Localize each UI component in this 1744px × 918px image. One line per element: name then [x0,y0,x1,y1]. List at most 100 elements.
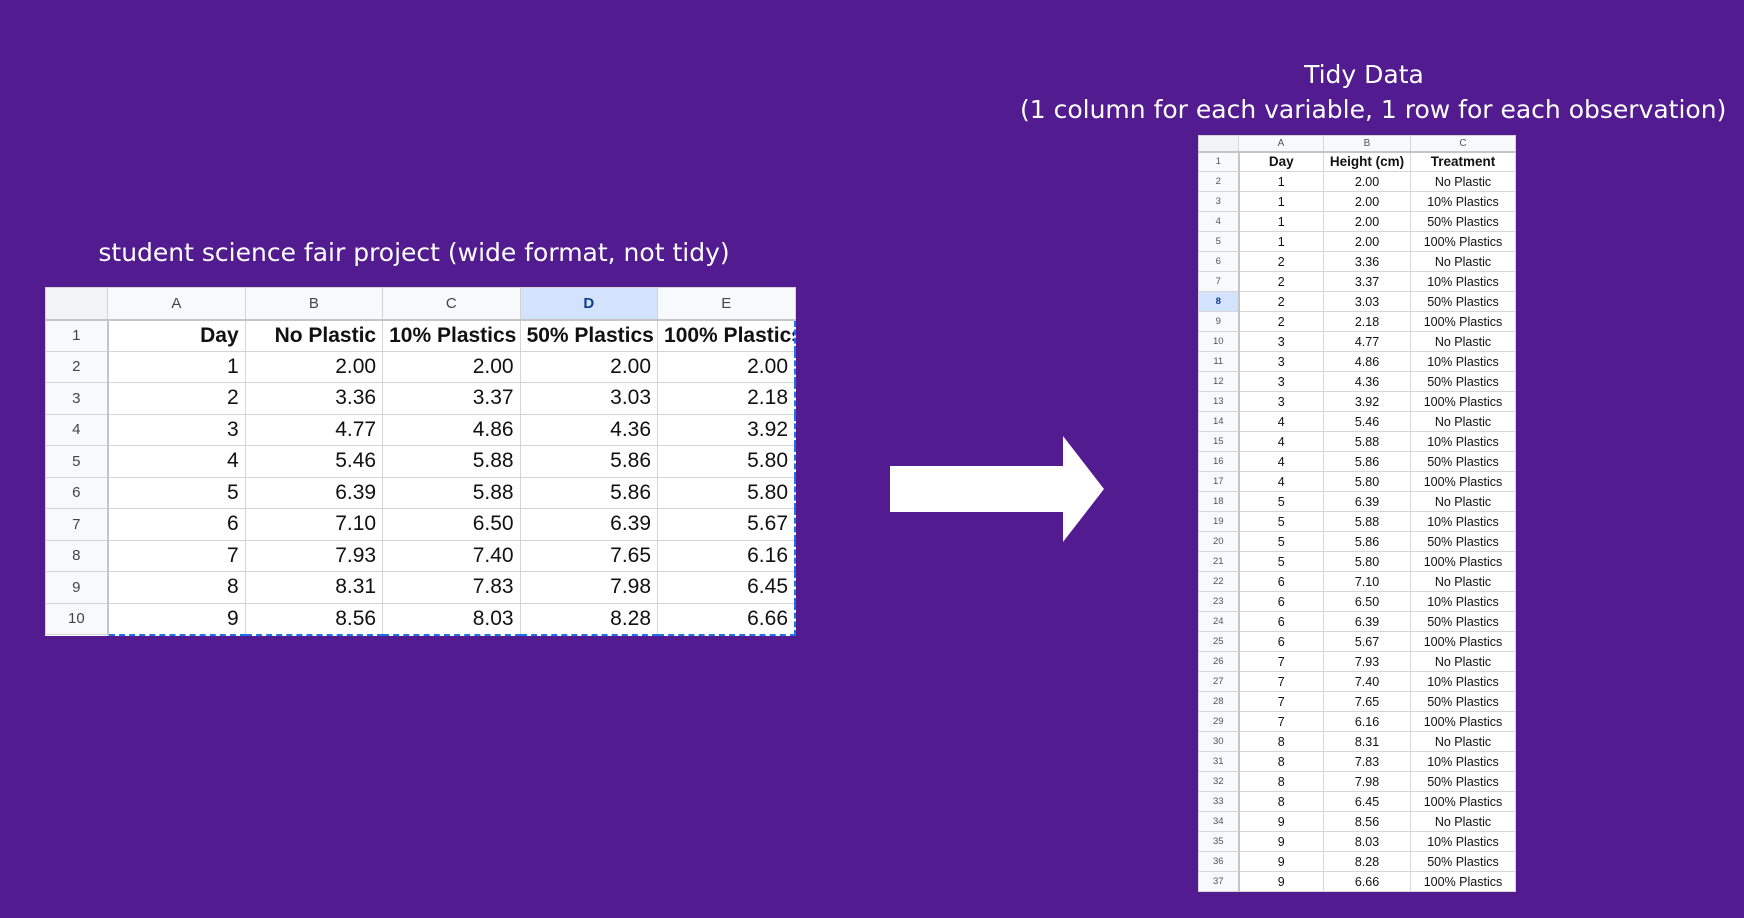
data-cell[interactable]: 9 [1238,871,1324,892]
row-number[interactable]: 7 [1198,271,1240,292]
data-cell[interactable]: 5.67 [1323,631,1411,652]
data-cell[interactable]: 6.39 [1323,611,1411,632]
data-cell[interactable]: 7.10 [1323,571,1411,592]
data-cell[interactable]: 100% Plastics [1410,791,1516,812]
data-cell[interactable]: 8.56 [1323,811,1411,832]
row-number[interactable]: 14 [1198,411,1240,432]
data-cell[interactable]: 8.31 [244,571,384,604]
data-cell[interactable]: 6 [1238,631,1324,652]
data-cell[interactable]: 5.86 [519,476,659,509]
row-number[interactable]: 31 [1198,751,1240,772]
row-number[interactable]: 5 [1198,231,1240,252]
data-cell[interactable]: 8 [1238,771,1324,792]
data-cell[interactable]: 6.66 [1323,871,1411,892]
data-cell[interactable]: 8 [1238,751,1324,772]
data-cell[interactable]: 7.10 [244,508,384,541]
row-number[interactable]: 32 [1198,771,1240,792]
row-number[interactable]: 4 [44,413,109,446]
data-cell[interactable]: 4.36 [519,413,659,446]
data-cell[interactable]: 7.98 [1323,771,1411,792]
data-cell[interactable]: 4 [1238,471,1324,492]
data-cell[interactable]: 100% Plastics [1410,311,1516,332]
data-cell[interactable]: 10% Plastics [1410,751,1516,772]
data-cell[interactable]: 2.00 [382,350,521,383]
data-cell[interactable]: 5.88 [1323,431,1411,452]
data-cell[interactable]: 7.40 [382,539,521,572]
row-number[interactable]: 3 [44,382,109,415]
row-number[interactable]: 22 [1198,571,1240,592]
row-number[interactable]: 2 [1198,171,1240,192]
data-cell[interactable]: 50% Plastics [1410,771,1516,792]
data-cell[interactable]: 5.86 [1323,531,1411,552]
data-cell[interactable]: 3.92 [1323,391,1411,412]
data-cell[interactable]: 5 [1238,551,1324,572]
header-cell[interactable]: Treatment [1410,151,1516,172]
row-number[interactable]: 6 [44,476,109,509]
data-cell[interactable]: 5.88 [382,476,521,509]
row-number[interactable]: 19 [1198,511,1240,532]
data-cell[interactable]: 8 [1238,731,1324,752]
data-cell[interactable]: 50% Plastics [1410,211,1516,232]
data-cell[interactable]: 2.18 [1323,311,1411,332]
data-cell[interactable]: 5.88 [382,445,521,478]
data-cell[interactable]: 7.65 [519,539,659,572]
data-cell[interactable]: 10% Plastics [1410,351,1516,372]
data-cell[interactable]: 5.80 [657,476,797,509]
column-header-a[interactable]: A [1238,135,1324,153]
data-cell[interactable]: 10% Plastics [1410,671,1516,692]
data-cell[interactable]: 2 [1238,311,1324,332]
row-number[interactable]: 18 [1198,491,1240,512]
data-cell[interactable]: 3.92 [657,413,797,446]
data-cell[interactable]: 3 [1238,391,1324,412]
row-number[interactable]: 25 [1198,631,1240,652]
row-number[interactable]: 1 [44,319,109,352]
data-cell[interactable]: 4.86 [382,413,521,446]
data-cell[interactable]: 2.00 [519,350,659,383]
data-cell[interactable]: 4.36 [1323,371,1411,392]
data-cell[interactable]: 3 [1238,371,1324,392]
data-cell[interactable]: 6.50 [1323,591,1411,612]
data-cell[interactable]: 10% Plastics [1410,511,1516,532]
data-cell[interactable]: 7 [107,539,246,572]
data-cell[interactable]: 7.83 [1323,751,1411,772]
data-cell[interactable]: 2.00 [1323,171,1411,192]
data-cell[interactable]: 5.80 [657,445,797,478]
header-cell[interactable]: Height (cm) [1323,151,1411,172]
row-number[interactable]: 26 [1198,651,1240,672]
data-cell[interactable]: 50% Plastics [1410,371,1516,392]
column-header-c[interactable]: C [1410,135,1516,153]
data-cell[interactable]: 6.50 [382,508,521,541]
data-cell[interactable]: 4 [1238,431,1324,452]
data-cell[interactable]: 2 [107,382,246,415]
data-cell[interactable]: 10% Plastics [1410,831,1516,852]
data-cell[interactable]: No Plastic [1410,251,1516,272]
data-cell[interactable]: 100% Plastics [1410,631,1516,652]
data-cell[interactable]: 6.45 [1323,791,1411,812]
data-cell[interactable]: 7 [1238,671,1324,692]
row-number[interactable]: 10 [44,602,109,635]
data-cell[interactable]: 9 [1238,811,1324,832]
data-cell[interactable]: 6 [1238,591,1324,612]
data-cell[interactable]: 3.37 [382,382,521,415]
data-cell[interactable]: 3 [107,413,246,446]
row-number[interactable]: 1 [1198,151,1240,172]
data-cell[interactable]: No Plastic [1410,571,1516,592]
data-cell[interactable]: 7 [1238,711,1324,732]
data-cell[interactable]: 3.37 [1323,271,1411,292]
data-cell[interactable]: No Plastic [1410,411,1516,432]
row-number[interactable]: 7 [44,508,109,541]
data-cell[interactable]: 6.39 [1323,491,1411,512]
row-number[interactable]: 3 [1198,191,1240,212]
data-cell[interactable]: 7.40 [1323,671,1411,692]
data-cell[interactable]: 6 [107,508,246,541]
data-cell[interactable]: 1 [1238,211,1324,232]
column-header-d[interactable]: D [519,287,659,321]
data-cell[interactable]: 100% Plastics [1410,711,1516,732]
data-cell[interactable]: 1 [107,350,246,383]
data-cell[interactable]: 9 [107,602,246,636]
row-number[interactable]: 37 [1198,871,1240,892]
row-number[interactable]: 36 [1198,851,1240,872]
data-cell[interactable]: 10% Plastics [1410,591,1516,612]
data-cell[interactable]: 5 [1238,511,1324,532]
data-cell[interactable]: 8.28 [519,602,659,636]
